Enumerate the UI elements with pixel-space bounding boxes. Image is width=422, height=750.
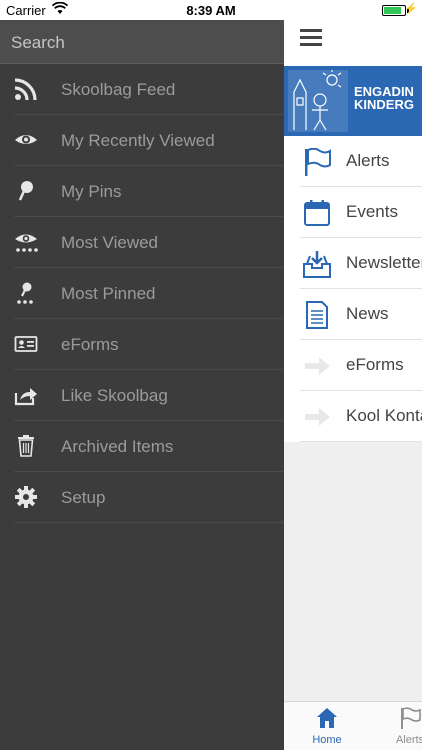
school-name-line-2: KINDERG (354, 97, 414, 112)
inbox-icon (303, 251, 331, 278)
flag-icon (401, 707, 421, 729)
menu-item-label: Archived Items (61, 437, 174, 456)
list-item-newsletters[interactable]: Newsletters (300, 238, 422, 289)
pin-dots-icon (17, 282, 33, 304)
flag-icon (305, 148, 331, 176)
pin-icon (18, 181, 33, 201)
list-item-label: Alerts (346, 151, 390, 170)
list-item-news[interactable]: News (300, 289, 422, 340)
tab-label: Alerts (395, 734, 422, 746)
document-icon (306, 301, 328, 329)
school-banner: ENGADIN KINDERG (284, 66, 422, 136)
charging-icon: ⚡ (404, 3, 418, 15)
list-item-events[interactable]: Events (300, 187, 422, 238)
menu-item-label: Skoolbag Feed (61, 80, 176, 99)
share-icon (14, 388, 37, 406)
tab-label: Home (312, 734, 342, 746)
eye-icon (15, 135, 37, 144)
list-item-label: News (346, 304, 389, 323)
rss-icon (14, 78, 37, 101)
menu-item-recently-viewed[interactable]: My Recently Viewed (14, 115, 284, 166)
side-drawer: Skoolbag Feed My Recently Viewed My Pins… (0, 20, 284, 750)
menu-item-most-pinned[interactable]: Most Pinned (14, 268, 284, 319)
main-panel: ENGADIN KINDERG Alerts Events Newslette … (284, 20, 422, 750)
school-logo (288, 70, 348, 132)
list-item-alerts[interactable]: Alerts (300, 136, 422, 187)
menu-item-label: Most Pinned (61, 284, 156, 303)
trash-icon (18, 435, 34, 457)
home-icon (317, 708, 337, 728)
list-item-label: eForms (346, 355, 404, 374)
gear-icon (15, 486, 37, 508)
menu-item-label: My Recently Viewed (61, 131, 215, 150)
list-item-eforms[interactable]: eForms (300, 340, 422, 391)
battery-icon (382, 5, 406, 16)
list-item-label: Kool Kontacts (346, 406, 422, 425)
search-input[interactable] (11, 33, 273, 53)
menu-item-my-pins[interactable]: My Pins (14, 166, 284, 217)
list-item-label: Newsletters (346, 253, 422, 272)
search-bar (0, 20, 284, 64)
school-name: ENGADIN KINDERG (354, 85, 414, 111)
tab-bar: Home Alerts (284, 701, 422, 750)
list-item-label: Events (346, 202, 398, 221)
list-item-kool-kontacts[interactable]: Kool Kontacts (300, 391, 422, 442)
menu-item-label: eForms (61, 335, 119, 354)
menu-item-archived-items[interactable]: Archived Items (14, 421, 284, 472)
clock: 8:39 AM (186, 3, 236, 18)
arrow-right-icon (305, 357, 330, 375)
menu-item-skoolbag-feed[interactable]: Skoolbag Feed (14, 64, 284, 115)
menu-item-label: Most Viewed (61, 233, 159, 252)
tab-alerts[interactable]: Alerts (380, 707, 422, 746)
hamburger-menu-icon[interactable] (300, 29, 322, 47)
tab-home[interactable]: Home (297, 707, 357, 746)
calendar-icon (304, 200, 330, 226)
top-bar (284, 20, 422, 66)
arrow-right-icon (305, 408, 330, 426)
menu-item-label: Like Skoolbag (61, 386, 168, 405)
menu-item-eforms[interactable]: eForms (14, 319, 284, 370)
status-bar: Carrier 8:39 AM ⚡ (0, 0, 422, 20)
section-list: Alerts Events Newsletters New (284, 136, 422, 442)
menu-item-like-skoolbag[interactable]: Like Skoolbag (14, 370, 284, 421)
menu-item-most-viewed[interactable]: Most Viewed (14, 217, 284, 268)
menu-item-label: My Pins (61, 182, 122, 201)
menu-item-label: Setup (61, 488, 106, 507)
id-card-icon (14, 336, 38, 352)
eye-dots-icon (15, 234, 38, 252)
menu-item-setup[interactable]: Setup (14, 472, 284, 523)
